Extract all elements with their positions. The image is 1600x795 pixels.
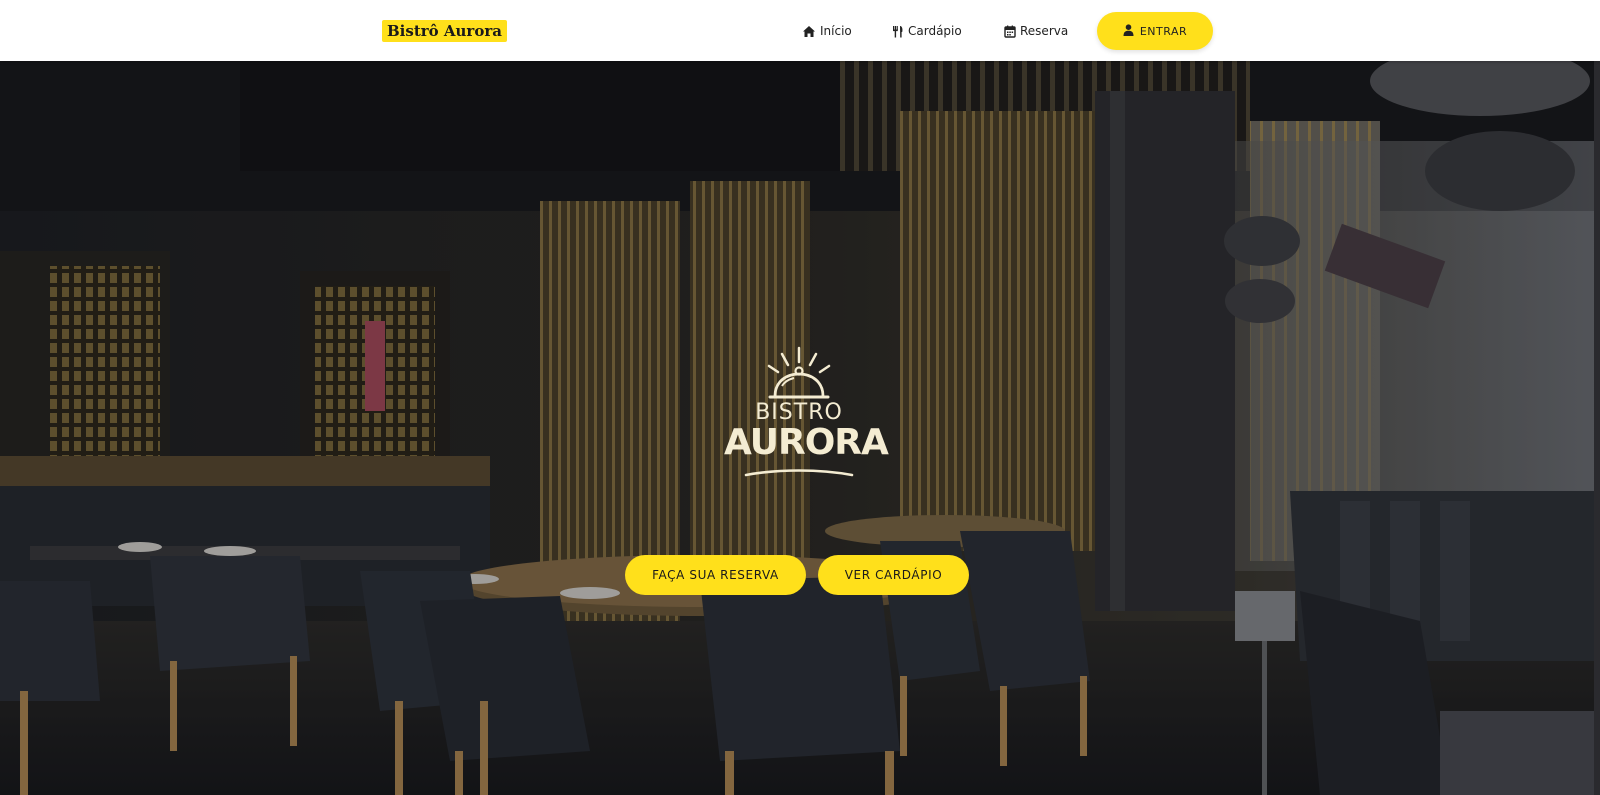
home-icon — [802, 25, 816, 38]
nav-link-label: Cardápio — [908, 24, 962, 38]
nav-link-label: Início — [820, 24, 852, 38]
hero-logo: BISTRO AURORA — [724, 346, 889, 481]
hero-section: BISTRO AURORA FAÇA SUA RESERVA VER CARDÁ… — [0, 61, 1600, 795]
nav-link-label: Reserva — [1020, 24, 1069, 38]
nav-link-inicio[interactable]: Início — [802, 21, 852, 41]
top-navbar: Bistrô Aurora Início Cardápio Reserva EN… — [0, 0, 1600, 61]
logo-text-aurora: AURORA — [724, 422, 889, 463]
login-button[interactable]: ENTRAR — [1097, 12, 1213, 50]
logo-underline-swoosh — [744, 469, 854, 477]
user-icon — [1123, 23, 1134, 39]
make-reservation-button[interactable]: FAÇA SUA RESERVA — [625, 555, 806, 595]
cloche-icon — [767, 346, 831, 399]
view-menu-button[interactable]: VER CARDÁPIO — [818, 555, 969, 595]
page-scrollbar[interactable] — [1594, 61, 1600, 795]
utensils-icon — [892, 25, 904, 38]
page: Bistrô Aurora Início Cardápio Reserva EN… — [0, 0, 1600, 795]
login-button-label: ENTRAR — [1139, 24, 1188, 38]
nav-link-cardapio[interactable]: Cardápio — [892, 21, 962, 41]
brand-logo[interactable]: Bistrô Aurora — [382, 20, 507, 42]
nav-link-reserva[interactable]: Reserva — [1004, 21, 1068, 41]
calendar-icon — [1004, 25, 1016, 38]
